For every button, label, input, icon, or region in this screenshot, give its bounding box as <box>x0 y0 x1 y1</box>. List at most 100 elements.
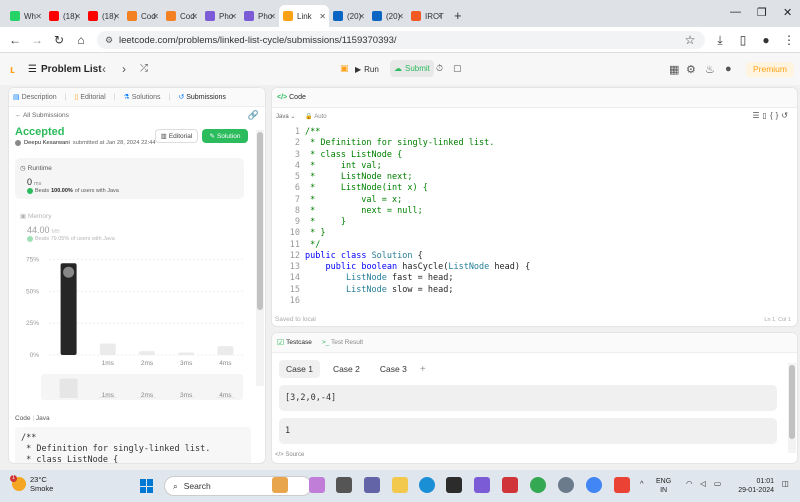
browser-tab[interactable]: Pho ✕ <box>201 5 240 27</box>
share-link-icon[interactable]: 🔗 <box>248 110 259 121</box>
code-line[interactable]: */ <box>305 240 530 251</box>
reload-icon[interactable]: ↻ <box>48 33 70 47</box>
download-icon[interactable]: ⤓ <box>709 33 731 48</box>
layout-icon[interactable]: ▦ <box>669 63 679 76</box>
browser-tab[interactable]: (20) ✕ <box>368 5 407 27</box>
code-line[interactable]: * int val; <box>305 161 530 172</box>
taskbar-app-store-icon[interactable] <box>446 477 462 493</box>
submitted-code-preview[interactable]: /** * Definition for singly-linked list.… <box>15 427 251 463</box>
chart-bar[interactable] <box>217 346 234 355</box>
debug-icon[interactable]: ▣ <box>340 63 349 74</box>
memory-card[interactable]: ▣ Memory 44.00 MB Beats 79.05% of users w… <box>15 206 244 246</box>
code-line[interactable]: * Definition for singly-linked list. <box>305 138 530 149</box>
back-icon[interactable]: ← <box>4 33 26 47</box>
code-line[interactable]: ListNode slow = head; <box>305 285 530 296</box>
battery-icon[interactable]: ▭ <box>714 479 721 488</box>
taskbar-app-taskview-icon[interactable] <box>336 477 352 493</box>
taskbar-app-anydesk-icon[interactable] <box>502 477 518 493</box>
browser-tab[interactable]: (18) ✕ <box>84 5 123 27</box>
problem-list-button[interactable]: ☰ Problem List <box>28 64 102 75</box>
close-tab-icon[interactable]: ✕ <box>74 12 81 21</box>
timer-icon[interactable]: ⏱ <box>436 63 443 74</box>
close-tab-icon[interactable]: ✕ <box>152 12 159 21</box>
taskbar-app-chrome2-icon[interactable] <box>586 477 602 493</box>
browser-tab[interactable]: Cod ✕ <box>123 5 162 27</box>
system-clock[interactable]: 01:01 29-01-2024 <box>734 477 774 495</box>
code-line[interactable]: * ListNode next; <box>305 172 530 183</box>
code-lines[interactable]: /** * Definition for singly-linked list.… <box>305 127 530 307</box>
chart-bar[interactable] <box>139 351 155 355</box>
auto-mode-toggle[interactable]: 🔒 Auto <box>305 113 326 120</box>
close-tab-icon[interactable]: ✕ <box>319 12 326 21</box>
tab-testcase[interactable]: ☑ Testcase <box>277 338 312 347</box>
next-problem-icon[interactable]: › <box>122 62 126 76</box>
close-tab-icon[interactable]: ✕ <box>113 12 120 21</box>
taskbar-app-misc-icon[interactable] <box>614 477 630 493</box>
code-line[interactable]: ListNode fast = head; <box>305 273 530 284</box>
url-field[interactable]: ⚙ leetcode.com/problems/linked-list-cycl… <box>97 31 705 49</box>
bookmark-star-icon[interactable]: ☆ <box>679 33 701 47</box>
notifications-icon[interactable]: ◫ <box>782 479 789 488</box>
new-tab-icon[interactable]: + <box>454 8 462 23</box>
taskbar-search[interactable]: ⌕ Search <box>164 476 312 496</box>
prev-problem-icon[interactable]: ‹ <box>102 62 106 76</box>
settings-gear-icon[interactable]: ⚙ <box>686 63 696 76</box>
testcase-input-head[interactable]: [3,2,0,-4] <box>279 385 777 411</box>
close-tab-icon[interactable]: ✕ <box>230 12 237 21</box>
source-toggle[interactable]: </> Source <box>275 452 304 458</box>
case-tab-2[interactable]: Case 2 <box>326 360 367 378</box>
menu-kebab-icon[interactable]: ⋮ <box>778 33 800 47</box>
tab-submissions[interactable]: ↺ Submissions <box>178 93 226 102</box>
user-avatar[interactable]: ● <box>725 63 732 75</box>
code-tab-label[interactable]: Code <box>289 94 306 101</box>
code-line[interactable]: /** <box>305 127 530 138</box>
browser-tab[interactable]: Wh ✕ <box>6 5 45 27</box>
braces-icon[interactable]: {} <box>770 111 781 120</box>
taskbar-app-photos-icon[interactable] <box>309 477 325 493</box>
close-tab-icon[interactable]: ✕ <box>436 12 443 21</box>
close-tab-icon[interactable]: ✕ <box>397 12 404 21</box>
tray-chevron-icon[interactable]: ^ <box>640 479 644 488</box>
author-name[interactable]: Deepu Kesarwani <box>24 140 70 146</box>
case-tab-3[interactable]: Case 3 <box>373 360 414 378</box>
taskbar-app-teams-icon[interactable] <box>364 477 380 493</box>
browser-tab[interactable]: Pho ✕ <box>240 5 279 27</box>
minimize-icon[interactable]: — <box>730 6 741 18</box>
left-scrollbar[interactable] <box>256 130 264 386</box>
add-case-icon[interactable]: + <box>420 364 426 375</box>
weather-widget[interactable]: 1 23°C Smoke <box>10 475 53 493</box>
code-line[interactable]: * } <box>305 228 530 239</box>
tab-solutions[interactable]: ⚗ Solutions <box>123 93 160 102</box>
code-line[interactable] <box>305 296 530 307</box>
close-tab-icon[interactable]: ✕ <box>269 12 276 21</box>
code-line[interactable]: public boolean hasCycle(ListNode head) { <box>305 262 530 273</box>
restore-icon[interactable]: ❐ <box>757 6 767 19</box>
testcase-input-pos[interactable]: 1 <box>279 418 777 444</box>
case-tab-1[interactable]: Case 1 <box>279 360 320 378</box>
forward-icon[interactable]: → <box>26 33 48 47</box>
code-line[interactable]: * next = null; <box>305 206 530 217</box>
close-tab-icon[interactable]: ✕ <box>191 12 198 21</box>
bookmark-icon[interactable]: ▯ <box>763 111 770 120</box>
leetcode-logo-icon[interactable]: ʟ <box>10 64 20 76</box>
site-info-icon[interactable]: ⚙ <box>105 35 119 46</box>
taskbar-app-copilot-icon[interactable] <box>474 477 490 493</box>
notes-icon[interactable]: ▢ <box>453 63 462 74</box>
run-button[interactable]: ▶ Run <box>355 61 379 77</box>
streak-fire-icon[interactable]: ♨ <box>705 63 715 76</box>
chart-bar[interactable] <box>178 352 195 355</box>
volume-icon[interactable]: ◁ <box>700 479 706 488</box>
language-select[interactable]: Java ⌄ <box>276 113 295 120</box>
code-line[interactable]: * val = x; <box>305 195 530 206</box>
home-icon[interactable]: ⌂ <box>70 33 92 47</box>
taskbar-app-chrome-icon[interactable] <box>530 477 546 493</box>
taskbar-app-widgets-icon[interactable] <box>272 477 288 493</box>
sidebar-icon[interactable]: ▯ <box>732 33 754 47</box>
format-icon[interactable]: ☰ <box>752 111 762 120</box>
browser-tab[interactable]: (20) ✕ <box>329 5 368 27</box>
browser-tab[interactable]: IRCT ✕ <box>407 5 446 27</box>
browser-tab[interactable]: Link ✕ <box>279 5 329 27</box>
code-line[interactable]: * class ListNode { <box>305 150 530 161</box>
windows-start-icon[interactable] <box>140 479 154 493</box>
taskbar-app-explorer-icon[interactable] <box>392 477 408 493</box>
